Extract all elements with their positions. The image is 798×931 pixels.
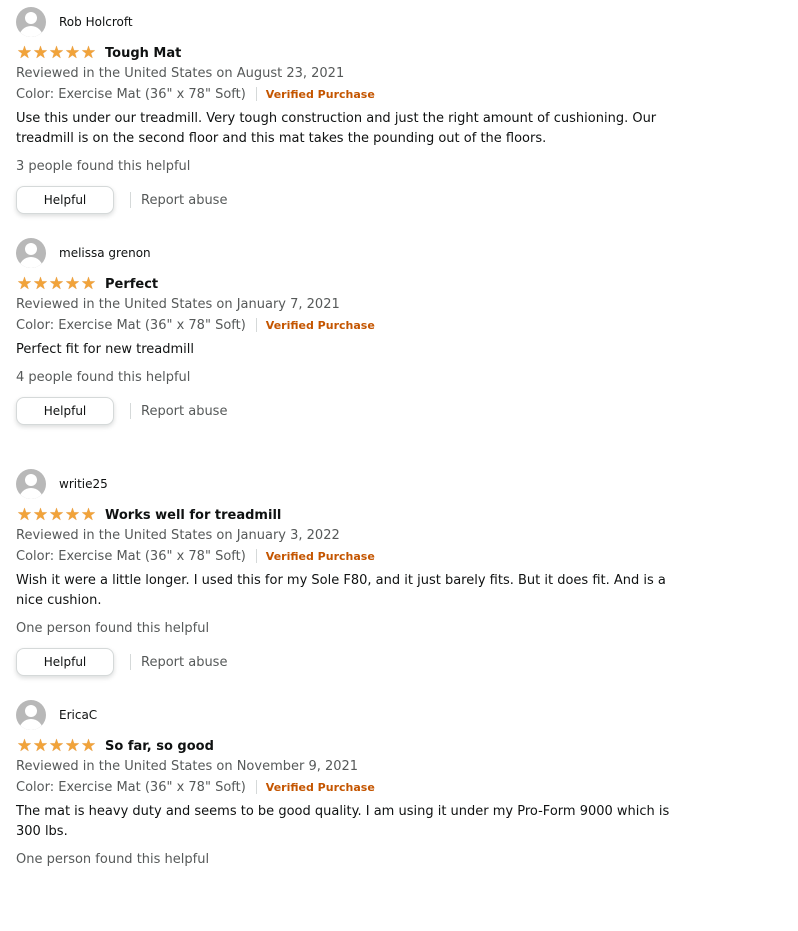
review: writie25 ★ ★ ★ ★ ★ Works well for treadmill … — [16, 469, 706, 700]
review-title[interactable]: Works well for treadmill — [105, 508, 281, 523]
reviewer-name[interactable]: writie25 — [59, 477, 108, 491]
star-icon: ★ — [32, 735, 48, 756]
star-icon: ★ — [80, 735, 96, 756]
star-icon: ★ — [32, 42, 48, 63]
star-icon: ★ — [64, 273, 80, 294]
report-abuse-link[interactable]: Report abuse — [141, 193, 227, 208]
reviewer-name[interactable]: EricaC — [59, 708, 97, 722]
product-variant-link[interactable]: Color: Exercise Mat (36" x 78" Soft) — [16, 549, 246, 564]
product-variant-link[interactable]: Color: Exercise Mat (36" x 78" Soft) — [16, 780, 246, 795]
reviewer-profile[interactable]: Rob Holcroft — [16, 7, 706, 37]
product-variant-link[interactable]: Color: Exercise Mat (36" x 78" Soft) — [16, 318, 246, 333]
divider — [255, 318, 257, 332]
user-avatar-icon — [16, 700, 46, 730]
star-icon: ★ — [80, 42, 96, 63]
review: melissa grenon ★ ★ ★ ★ ★ Perfect Reviewed in… — [16, 238, 706, 469]
reviewer-profile[interactable]: EricaC — [16, 700, 706, 730]
helpful-button[interactable]: Helpful — [16, 397, 114, 425]
reviewer-name[interactable]: Rob Holcroft — [59, 15, 133, 29]
star-rating[interactable]: ★ ★ ★ ★ ★ — [16, 273, 96, 294]
review-body: Perfect fit for new treadmill — [16, 342, 194, 357]
star-icon: ★ — [48, 273, 64, 294]
star-rating[interactable]: ★ ★ ★ ★ ★ — [16, 42, 96, 63]
star-rating[interactable]: ★ ★ ★ ★ ★ — [16, 735, 96, 756]
helpful-count: 4 people found this helpful — [16, 370, 191, 385]
divider — [130, 654, 131, 670]
helpful-count: One person found this helpful — [16, 621, 210, 636]
star-icon: ★ — [32, 504, 48, 525]
star-icon: ★ — [48, 42, 64, 63]
review-title[interactable]: Perfect — [105, 277, 158, 292]
star-icon: ★ — [16, 273, 32, 294]
verified-purchase-badge: Verified Purchase — [265, 318, 375, 332]
review-body: Wish it were a little longer. I used thi… — [16, 573, 666, 608]
star-rating[interactable]: ★ ★ ★ ★ ★ — [16, 504, 96, 525]
helpful-count: 3 people found this helpful — [16, 159, 191, 174]
star-icon: ★ — [48, 735, 64, 756]
star-icon: ★ — [48, 504, 64, 525]
divider — [130, 192, 131, 208]
verified-purchase-badge: Verified Purchase — [265, 780, 375, 794]
review-date: Reviewed in the United States on Novembe… — [16, 759, 359, 774]
star-icon: ★ — [64, 504, 80, 525]
star-icon: ★ — [16, 42, 32, 63]
review-body: The mat is heavy duty and seems to be go… — [16, 804, 670, 839]
user-avatar-icon — [16, 469, 46, 499]
review: Rob Holcroft ★ ★ ★ ★ ★ Tough Mat Reviewed in… — [16, 7, 706, 238]
reviewer-profile[interactable]: melissa grenon — [16, 238, 706, 268]
reviewer-profile[interactable]: writie25 — [16, 469, 706, 499]
divider — [255, 87, 257, 101]
star-icon: ★ — [32, 273, 48, 294]
star-icon: ★ — [16, 504, 32, 525]
divider — [255, 549, 257, 563]
divider — [255, 780, 257, 794]
review-body: Use this under our treadmill. Very tough… — [16, 111, 657, 146]
star-icon: ★ — [80, 504, 96, 525]
star-icon: ★ — [16, 735, 32, 756]
reviewer-name[interactable]: melissa grenon — [59, 246, 151, 260]
review-title[interactable]: So far, so good — [105, 739, 214, 754]
report-abuse-link[interactable]: Report abuse — [141, 655, 227, 670]
verified-purchase-badge: Verified Purchase — [265, 87, 375, 101]
reviews-list: Rob Holcroft ★ ★ ★ ★ ★ Tough Mat Reviewed in… — [16, 7, 706, 931]
star-icon: ★ — [64, 735, 80, 756]
star-icon: ★ — [64, 42, 80, 63]
review-date: Reviewed in the United States on January… — [16, 297, 340, 312]
product-variant-link[interactable]: Color: Exercise Mat (36" x 78" Soft) — [16, 87, 246, 102]
helpful-button[interactable]: Helpful — [16, 648, 114, 676]
star-icon: ★ — [80, 273, 96, 294]
review: EricaC ★ ★ ★ ★ ★ So far, so good Reviewed in… — [16, 700, 706, 931]
user-avatar-icon — [16, 238, 46, 268]
helpful-count: One person found this helpful — [16, 852, 210, 867]
helpful-button[interactable]: Helpful — [16, 186, 114, 214]
verified-purchase-badge: Verified Purchase — [265, 549, 375, 563]
divider — [130, 403, 131, 419]
review-date: Reviewed in the United States on January… — [16, 528, 340, 543]
user-avatar-icon — [16, 7, 46, 37]
report-abuse-link[interactable]: Report abuse — [141, 404, 227, 419]
review-date: Reviewed in the United States on August … — [16, 66, 345, 81]
review-title[interactable]: Tough Mat — [105, 46, 181, 61]
